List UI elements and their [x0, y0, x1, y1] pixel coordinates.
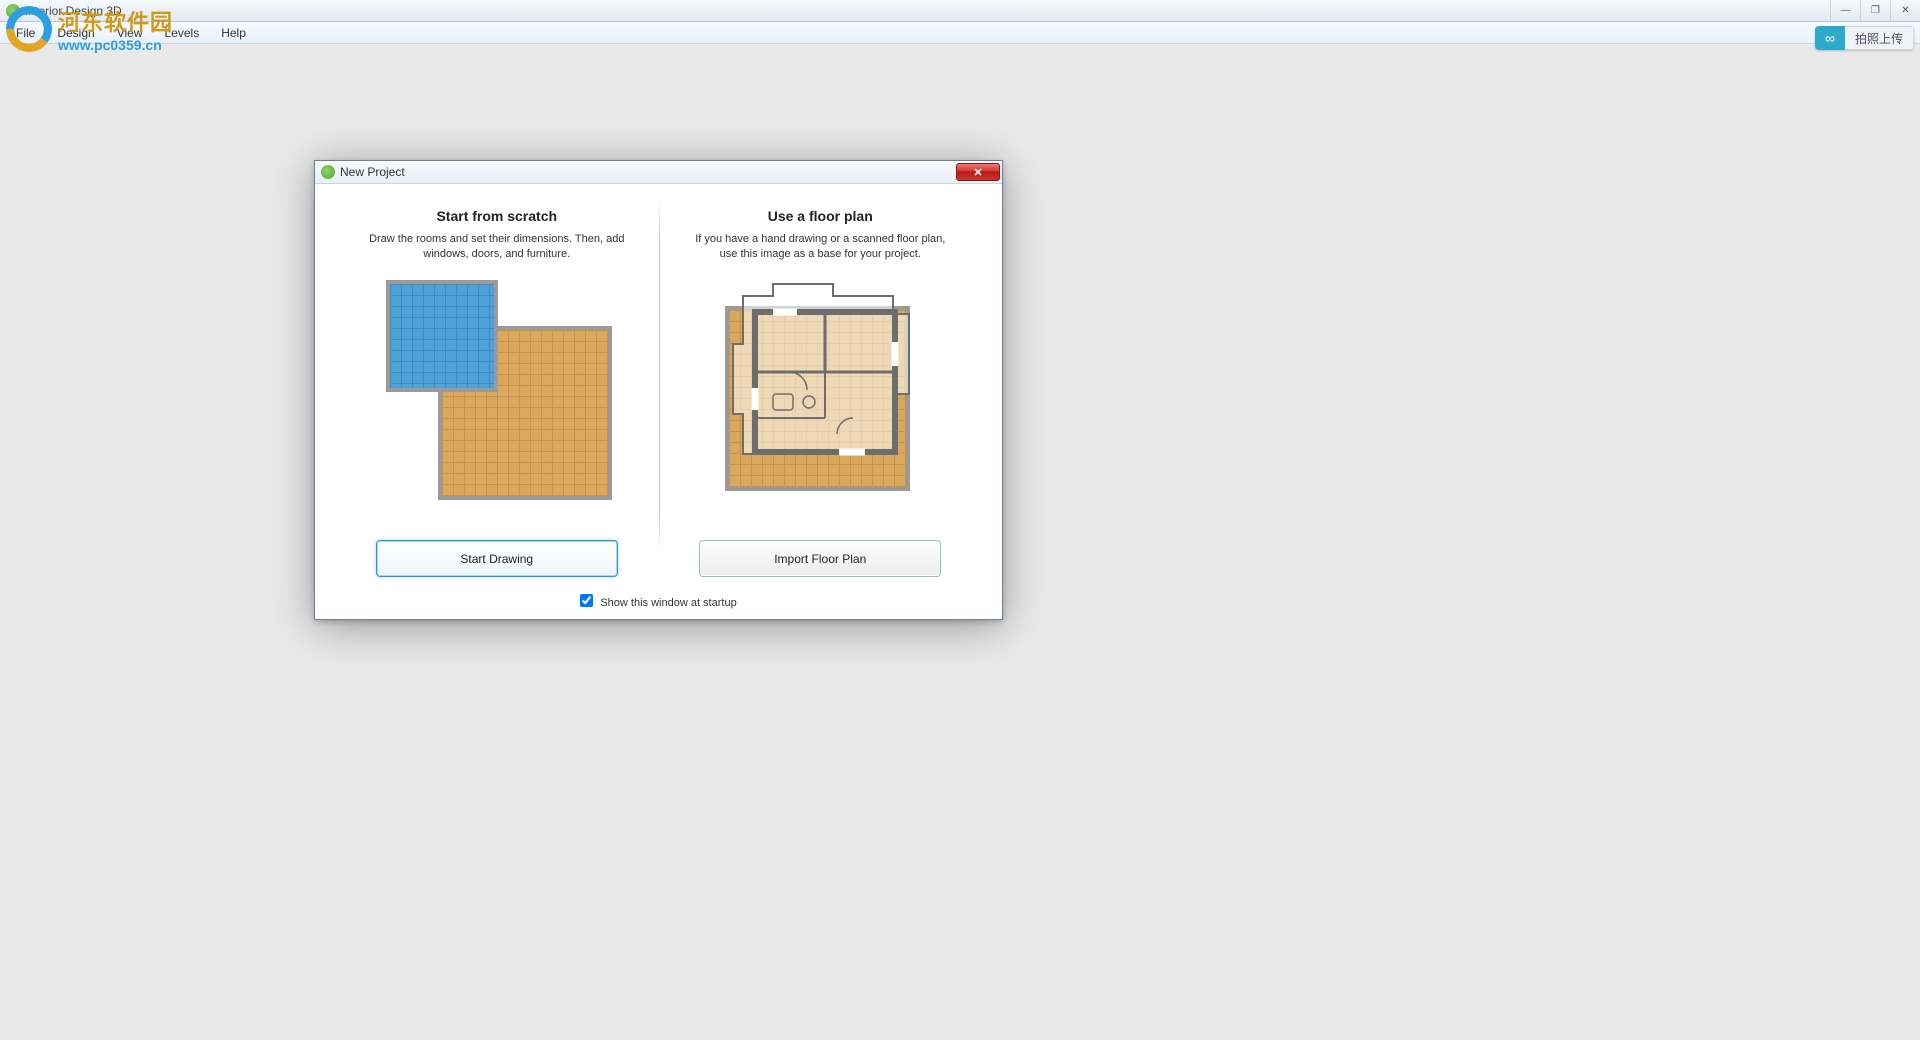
show-at-startup-label[interactable]: Show this window at startup [580, 593, 736, 609]
upload-label: 拍照上传 [1845, 26, 1914, 50]
close-window-button[interactable]: ✕ [1890, 0, 1920, 21]
dialog-body: Start from scratch Draw the rooms and se… [315, 184, 1002, 591]
illus-blue-square-icon [386, 280, 498, 392]
import-floor-plan-button[interactable]: Import Floor Plan [699, 540, 941, 577]
window-controls: — ❐ ✕ [1830, 0, 1920, 21]
new-project-dialog: New Project ✕ Start from scratch Draw th… [314, 160, 1003, 620]
illustration-scratch [382, 276, 612, 506]
pane-start-from-scratch: Start from scratch Draw the rooms and se… [335, 202, 659, 583]
dialog-footer: Show this window at startup [315, 591, 1002, 619]
watermark-text: 河东软件园 [58, 5, 173, 37]
show-at-startup-checkbox[interactable] [580, 594, 593, 607]
dialog-icon [321, 165, 335, 179]
dialog-title: New Project [340, 165, 405, 179]
pane-use-floor-plan: Use a floor plan If you have a hand draw… [659, 202, 983, 583]
menubar: File Design View Levels Help [0, 22, 1920, 44]
show-at-startup-text: Show this window at startup [600, 597, 736, 609]
watermark-url: www.pc0359.cn [58, 37, 173, 53]
dialog-titlebar: New Project ✕ [315, 161, 1002, 184]
illustration-floor-plan [705, 276, 935, 506]
heading-left: Start from scratch [436, 208, 557, 224]
desc-left: Draw the rooms and set their dimensions.… [367, 232, 627, 262]
illus-floor-plan-icon [713, 276, 927, 486]
heading-right: Use a floor plan [768, 208, 873, 224]
upload-icon: ∞ [1815, 26, 1845, 50]
dialog-divider [659, 202, 660, 549]
maximize-button[interactable]: ❐ [1860, 0, 1890, 21]
desc-right: If you have a hand drawing or a scanned … [690, 232, 950, 262]
watermark-logo-icon [4, 4, 54, 54]
dialog-close-button[interactable]: ✕ [956, 163, 1000, 181]
app-titlebar: Interior Design 3D — ❐ ✕ [0, 0, 1920, 22]
start-drawing-button[interactable]: Start Drawing [376, 540, 618, 577]
upload-badge[interactable]: ∞ 拍照上传 [1815, 26, 1914, 50]
menu-help[interactable]: Help [215, 24, 252, 42]
minimize-button[interactable]: — [1830, 0, 1860, 21]
watermark: 河东软件园 www.pc0359.cn [4, 4, 173, 54]
